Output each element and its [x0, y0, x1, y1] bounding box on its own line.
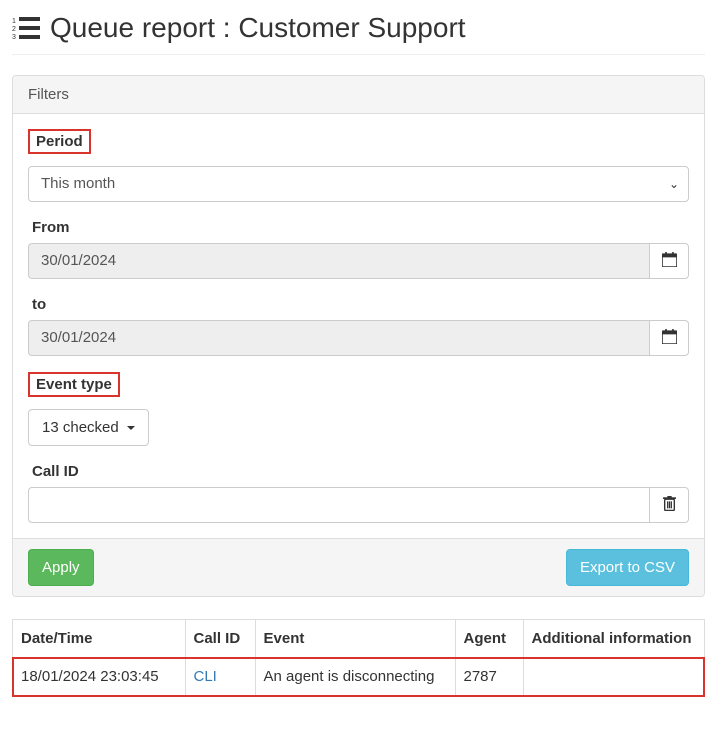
event-type-value: 13 checked — [42, 419, 119, 436]
calendar-icon — [662, 329, 677, 348]
col-agent: Agent — [455, 620, 523, 658]
caret-down-icon — [127, 426, 135, 430]
cell-callid[interactable]: CLI — [185, 658, 255, 696]
results-table: Date/Time Call ID Event Agent Additional… — [13, 620, 704, 696]
period-select[interactable]: This month — [28, 166, 689, 202]
period-label: Period — [28, 129, 91, 154]
col-datetime: Date/Time — [13, 620, 185, 658]
cell-agent: 2787 — [455, 658, 523, 696]
filters-panel: Filters Period This month ⌄ From 30/01/2… — [12, 75, 705, 597]
from-date-input[interactable]: 30/01/2024 — [28, 243, 649, 279]
to-date-picker-button[interactable] — [649, 320, 689, 356]
apply-button[interactable]: Apply — [28, 549, 94, 586]
to-label: to — [28, 295, 50, 314]
cell-event: An agent is disconnecting — [255, 658, 455, 696]
call-id-input[interactable] — [28, 487, 649, 523]
page-title: Queue report : Customer Support — [50, 12, 466, 44]
page-header: 1 2 3 Queue report : Customer Support — [12, 12, 705, 55]
event-type-dropdown[interactable]: 13 checked — [28, 409, 149, 446]
from-date-picker-button[interactable] — [649, 243, 689, 279]
col-callid: Call ID — [185, 620, 255, 658]
cell-datetime: 18/01/2024 23:03:45 — [13, 658, 185, 696]
svg-text:3: 3 — [12, 34, 16, 40]
to-date-input[interactable]: 30/01/2024 — [28, 320, 649, 356]
clear-call-id-button[interactable] — [649, 487, 689, 523]
results-table-wrap: Date/Time Call ID Event Agent Additional… — [12, 619, 705, 697]
cell-additional — [523, 658, 704, 696]
list-ol-icon: 1 2 3 — [12, 16, 40, 40]
table-row: 18/01/2024 23:03:45CLIAn agent is discon… — [13, 658, 704, 696]
col-additional: Additional information — [523, 620, 704, 658]
col-event: Event — [255, 620, 455, 658]
call-id-label: Call ID — [28, 462, 83, 481]
svg-text:1: 1 — [12, 18, 16, 25]
trash-icon — [662, 496, 677, 515]
filters-title: Filters — [13, 76, 704, 114]
calendar-icon — [662, 252, 677, 271]
export-csv-button[interactable]: Export to CSV — [566, 549, 689, 586]
event-type-label: Event type — [28, 372, 120, 397]
svg-text:2: 2 — [12, 26, 16, 33]
table-header-row: Date/Time Call ID Event Agent Additional… — [13, 620, 704, 658]
from-label: From — [28, 218, 74, 237]
